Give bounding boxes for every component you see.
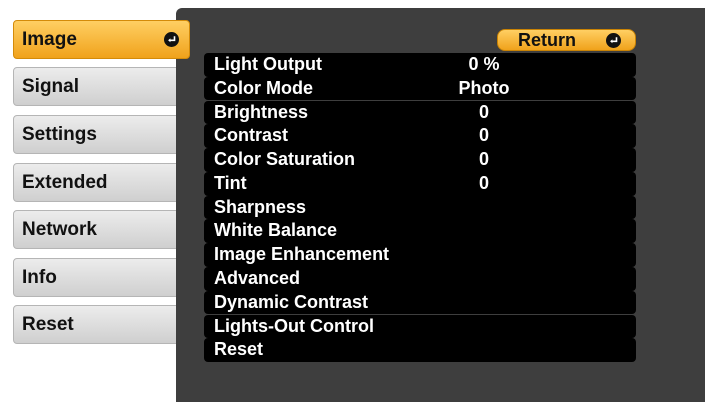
menu-item-label: Contrast (214, 125, 289, 146)
menu-item-value: 0 (479, 172, 490, 193)
menu-item-label: Lights-Out Control (214, 315, 374, 336)
menu-item-label: Image Enhancement (214, 244, 390, 265)
image-settings-list: Light Output 0 % Color Mode Photo Bright… (204, 53, 636, 362)
tab-info-label: Info (22, 266, 57, 288)
menu-item-label: Advanced (214, 268, 301, 289)
tab-image[interactable]: Image (13, 20, 190, 59)
menu-item-value: Photo (458, 77, 510, 98)
menu-item-advanced[interactable]: Advanced (204, 267, 636, 291)
menu-item-value: 0 % (468, 54, 500, 74)
menu-item-white-balance[interactable]: White Balance (204, 219, 636, 244)
menu-item-label: Reset (214, 339, 264, 360)
tab-extended-label: Extended (22, 171, 108, 193)
menu-item-label: White Balance (214, 220, 338, 241)
menu-item-label: Dynamic Contrast (214, 291, 369, 312)
tab-settings-label: Settings (22, 123, 97, 145)
menu-item-sharpness[interactable]: Sharpness (204, 195, 636, 220)
enter-icon (164, 32, 179, 47)
tab-extended[interactable]: Extended (13, 163, 188, 202)
menu-item-reset[interactable]: Reset (204, 338, 636, 362)
menu-item-color-mode[interactable]: Color Mode Photo (204, 76, 636, 101)
menu-item-value: 0 (479, 125, 490, 146)
menu-item-tint[interactable]: Tint 0 (204, 171, 636, 196)
tab-settings[interactable]: Settings (13, 115, 188, 154)
menu-item-value: 0 (479, 101, 490, 122)
tab-signal-label: Signal (22, 75, 80, 97)
menu-item-label: Tint (214, 172, 247, 193)
menu-item-brightness[interactable]: Brightness 0 (204, 100, 636, 125)
menu-item-image-enhancement[interactable]: Image Enhancement (204, 243, 636, 267)
tab-reset[interactable]: Reset (13, 305, 188, 344)
enter-icon (606, 33, 621, 48)
menu-item-dynamic-contrast[interactable]: Dynamic Contrast (204, 290, 636, 315)
menu-item-label: Color Mode (214, 77, 313, 98)
return-button-label: Return (518, 29, 576, 50)
menu-item-color-saturation[interactable]: Color Saturation 0 (204, 148, 636, 172)
menu-item-label: Light Output (214, 54, 322, 74)
menu-item-light-output[interactable]: Light Output 0 % (204, 53, 636, 77)
tab-network[interactable]: Network (13, 210, 188, 249)
menu-item-contrast[interactable]: Contrast 0 (204, 124, 636, 148)
menu-item-label: Sharpness (214, 196, 307, 217)
menu-item-value: 0 (479, 149, 490, 170)
return-button[interactable]: Return (497, 29, 636, 51)
menu-item-label: Color Saturation (214, 149, 356, 170)
menu-item-lights-out-control[interactable]: Lights-Out Control (204, 314, 636, 339)
tab-network-label: Network (22, 218, 97, 240)
menu-item-label: Brightness (214, 101, 309, 122)
tab-reset-label: Reset (22, 313, 74, 335)
tab-image-label: Image (22, 28, 77, 50)
tab-signal[interactable]: Signal (13, 67, 188, 106)
tab-info[interactable]: Info (13, 258, 188, 297)
